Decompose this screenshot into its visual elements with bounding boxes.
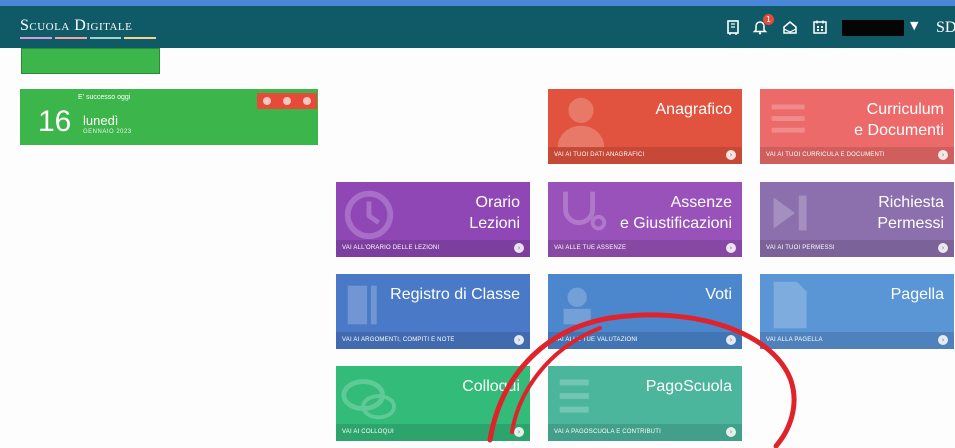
tile-footer[interactable]: VAI AI ARGOMENTI, COMPITI E NOTE ›: [336, 332, 530, 349]
user-name-redacted[interactable]: [842, 20, 904, 36]
screen: Scuola Digitale 1 ▼ SD E' successo oggi …: [0, 6, 955, 448]
tile-title: PagoScuola: [645, 378, 732, 395]
tile-title: Richiesta Permessi: [877, 194, 944, 232]
tile-footer-label: VAI ALLE TUE VALUTAZIONI: [554, 337, 638, 343]
chevron-down-icon[interactable]: ▼: [910, 19, 918, 32]
tile-title: Assenze e Giustificazioni: [619, 194, 732, 232]
tile-assenze[interactable]: Assenze e Giustificazioni VAI ALLE TUE AS…: [548, 182, 742, 257]
tile-title: Registro di Classe: [390, 286, 520, 303]
event-card[interactable]: E' successo oggi 16 lunedì GENNAIO 2023: [20, 89, 318, 145]
user-initials[interactable]: SD: [936, 19, 955, 37]
arrow-right-icon[interactable]: ›: [726, 427, 736, 437]
document-icon: [771, 104, 805, 133]
arrow-right-icon[interactable]: ›: [726, 243, 736, 253]
clock-icon: [344, 190, 394, 240]
event-month-year: GENNAIO 2023: [83, 129, 132, 135]
next-icon[interactable]: [303, 97, 311, 105]
tile-footer-label: VAI A PAGOSCUOLA E CONTRIBUTI: [554, 429, 661, 435]
tile-footer[interactable]: VAI ALL'ORARIO DELLE LEZIONI ›: [336, 240, 530, 257]
grade-icon: [563, 287, 591, 325]
tile-colloqui[interactable]: Colloqui VAI AI COLLOQUI ›: [336, 366, 530, 441]
arrow-right-icon[interactable]: ›: [938, 335, 948, 345]
book-icon[interactable]: [724, 19, 742, 37]
notification-badge: 1: [763, 14, 774, 25]
logo-underline: [20, 37, 156, 39]
tile-footer[interactable]: VAI ALLE TUE VALUTAZIONI ›: [548, 332, 742, 349]
tile-voti[interactable]: Voti VAI ALLE TUE VALUTAZIONI ›: [548, 274, 742, 349]
tile-title: Orario Lezioni: [469, 194, 520, 232]
chat-icon: [341, 379, 397, 420]
tile-footer-label: VAI ALLE TUE ASSENZE: [554, 245, 627, 251]
tile-anagrafico[interactable]: Anagrafico VAI AI TUOI DATI ANAGRAFICI ›: [548, 89, 742, 164]
tile-title: Anagrafico: [655, 101, 733, 118]
tile-title: Colloqui: [462, 378, 520, 395]
event-controls: [257, 93, 317, 109]
arrow-right-icon[interactable]: ›: [938, 150, 948, 160]
tile-footer-label: VAI AI TUOI DATI ANAGRAFICI: [554, 152, 645, 158]
tile-footer-label: VAI ALLA PAGELLA: [766, 337, 823, 343]
tile-orario[interactable]: Orario Lezioni VAI ALL'ORARIO DELLE LEZIO…: [336, 182, 530, 257]
arrow-right-icon[interactable]: ›: [514, 243, 524, 253]
event-weekday: lunedì: [83, 113, 119, 128]
tile-footer-label: VAI ALL'ORARIO DELLE LEZIONI: [342, 245, 440, 251]
tile-footer[interactable]: VAI AI TUOI CURRICULA E DOCUMENTI ›: [760, 147, 954, 164]
tile-pagella[interactable]: Pagella VAI ALLA PAGELLA ›: [760, 274, 954, 349]
tile-footer-label: VAI AI COLLOQUI: [342, 429, 394, 435]
today-icon[interactable]: [283, 97, 291, 105]
home-icon[interactable]: [781, 19, 799, 37]
stethoscope-icon: [563, 191, 607, 231]
tile-footer-label: VAI AI TUOI CURRICULA E DOCUMENTI: [766, 152, 885, 158]
tile-footer[interactable]: VAI AI TUOI DATI ANAGRAFICI ›: [548, 147, 742, 164]
arrow-right-icon[interactable]: ›: [514, 335, 524, 345]
arrow-right-icon[interactable]: ›: [938, 243, 948, 253]
top-bar: Scuola Digitale 1 ▼ SD: [0, 6, 955, 48]
tile-footer-label: VAI AI TUOI PERMESSI: [766, 245, 835, 251]
report-card-icon: [773, 281, 807, 329]
event-caption: E' successo oggi: [78, 94, 131, 101]
tile-footer-label: VAI AI ARGOMENTI, COMPITI E NOTE: [342, 337, 455, 343]
tile-registro[interactable]: Registro di Classe VAI AI ARGOMENTI, COM…: [336, 274, 530, 349]
arrow-right-icon[interactable]: ›: [514, 427, 524, 437]
tile-footer[interactable]: VAI AI TUOI PERMESSI ›: [760, 240, 954, 257]
tile-footer[interactable]: VAI ALLE TUE ASSENZE ›: [548, 240, 742, 257]
tile-footer[interactable]: VAI A PAGOSCUOLA E CONTRIBUTI ›: [548, 424, 742, 441]
prev-icon[interactable]: [263, 97, 271, 105]
user-icon: [557, 97, 605, 148]
tile-footer[interactable]: VAI AI COLLOQUI ›: [336, 424, 530, 441]
tile-pagoscuola[interactable]: PagoScuola VAI A PAGOSCUOLA E CONTRIBUTI…: [548, 366, 742, 441]
exit-icon: [773, 195, 807, 231]
calendar-icon[interactable]: [811, 19, 829, 37]
tile-title: Curriculum e Documenti: [854, 101, 944, 139]
tile-footer[interactable]: VAI ALLA PAGELLA ›: [760, 332, 954, 349]
tile-title: Voti: [705, 286, 732, 303]
tile-title: Pagella: [890, 286, 944, 303]
app-logo[interactable]: Scuola Digitale: [20, 17, 132, 35]
tile-curriculum[interactable]: Curriculum e Documenti VAI AI TUOI CURRIC…: [760, 89, 954, 164]
tile-permessi[interactable]: Richiesta Permessi VAI AI TUOI PERMESSI ›: [760, 182, 954, 257]
arrow-right-icon[interactable]: ›: [726, 150, 736, 160]
payment-icon: [559, 379, 589, 413]
arrow-right-icon[interactable]: ›: [726, 335, 736, 345]
event-day: 16: [38, 105, 72, 138]
event-card-partial: [21, 48, 160, 74]
